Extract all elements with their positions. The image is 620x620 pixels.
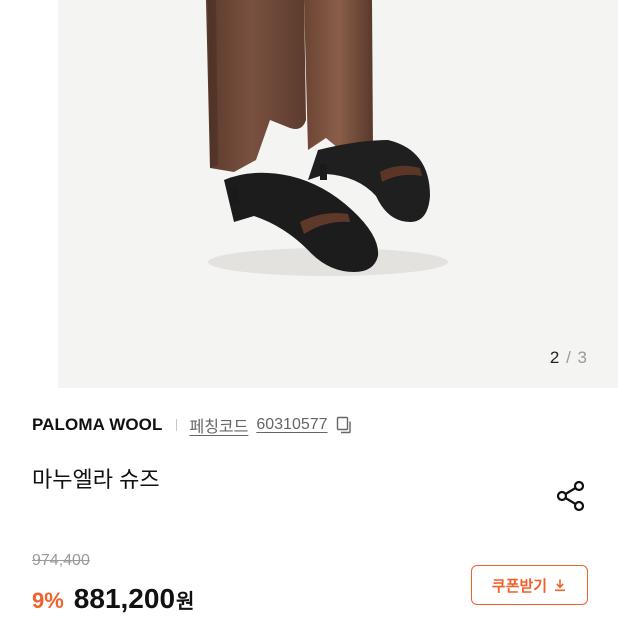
- discount-rate: 9%: [32, 588, 64, 613]
- original-price: 974,400: [32, 552, 90, 569]
- price-row: 9% 881,200 원: [32, 583, 194, 615]
- product-image-gallery[interactable]: 2 / 3: [58, 0, 618, 388]
- coupon-download-button[interactable]: 쿠폰받기: [471, 565, 588, 605]
- gallery-page-indicator: 2 / 3: [550, 348, 588, 368]
- brand-name[interactable]: PALOMA WOOL: [32, 415, 162, 435]
- page-separator: /: [566, 348, 572, 367]
- share-icon[interactable]: [553, 478, 589, 514]
- currency-unit: 원: [176, 591, 195, 613]
- product-photo: [58, 0, 618, 388]
- coupon-button-label: 쿠폰받기: [491, 577, 548, 595]
- divider: [176, 419, 178, 431]
- total-pages: 3: [577, 348, 588, 367]
- download-icon: [555, 579, 566, 592]
- product-title: 마누엘라 슈즈: [32, 467, 160, 492]
- sale-price: 881,200: [73, 583, 176, 614]
- current-page: 2: [549, 348, 561, 367]
- brand-row: PALOMA WOOL 페칭코드 60310577: [32, 414, 354, 436]
- copy-icon[interactable]: [334, 415, 354, 435]
- product-code-label: 페칭코드: [189, 419, 249, 436]
- product-code-value[interactable]: 60310577: [256, 416, 327, 434]
